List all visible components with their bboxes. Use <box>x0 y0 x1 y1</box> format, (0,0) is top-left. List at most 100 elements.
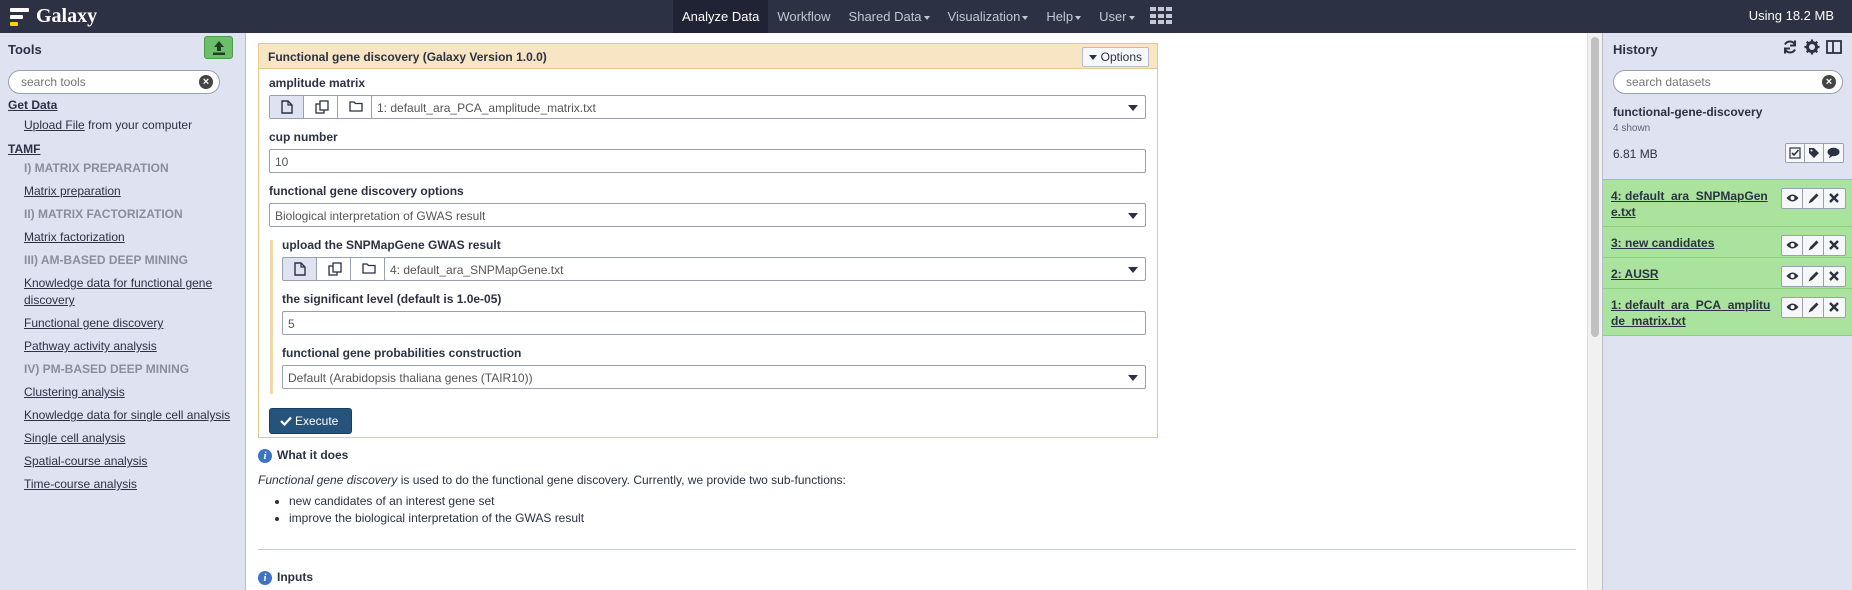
tool-link[interactable]: Matrix factorization <box>0 229 245 246</box>
quota-meter[interactable]: Using 18.2 MB <box>1749 0 1834 31</box>
eye-icon[interactable] <box>1782 236 1803 255</box>
tool-search-input[interactable] <box>9 71 194 93</box>
tool-upload-file-link[interactable]: Upload File <box>24 118 85 132</box>
dataset-list: 4: default_ara_SNPMapGene.txt 3: new cand… <box>1603 179 1852 336</box>
single-dataset-button[interactable] <box>270 96 304 118</box>
masthead: Galaxy Analyze Data Workflow Shared Data… <box>0 0 1852 33</box>
tool-link[interactable]: Single cell analysis <box>0 430 245 447</box>
dataset-title[interactable]: 2: AUSR <box>1611 266 1772 282</box>
tool-link[interactable]: Knowledge data for functional gene disco… <box>0 275 245 309</box>
dataset-actions <box>1781 235 1846 256</box>
file-icon <box>281 100 293 114</box>
tool-link[interactable]: Matrix preparation <box>0 183 245 200</box>
tool-form-title: Functional gene discovery (Galaxy Versio… <box>268 50 547 64</box>
tool-section-get-data[interactable]: Get Data <box>8 98 57 112</box>
delete-icon[interactable] <box>1824 236 1845 255</box>
scratchbook-grid-icon[interactable] <box>1149 7 1172 25</box>
tool-link[interactable]: Knowledge data for single cell analysis <box>0 407 245 424</box>
eye-icon[interactable] <box>1782 189 1803 208</box>
multiple-datasets-button[interactable] <box>317 258 351 280</box>
tool-panel-title: Tools <box>8 42 42 57</box>
clear-search-icon[interactable]: × <box>1822 75 1836 89</box>
tool-link[interactable]: Clustering analysis <box>0 384 245 401</box>
multiple-datasets-button[interactable] <box>304 96 338 118</box>
tool-section-tamf[interactable]: TAMF <box>8 142 40 156</box>
nav-shared-data[interactable]: Shared Data <box>840 0 939 33</box>
nav-visualization[interactable]: Visualization <box>939 0 1038 33</box>
delete-icon[interactable] <box>1824 189 1845 208</box>
top-nav: Analyze Data Workflow Shared Data Visual… <box>673 0 1172 33</box>
history-dataset[interactable]: 4: default_ara_SNPMapGene.txt <box>1603 179 1852 227</box>
snp-input-mode <box>282 257 386 281</box>
eye-icon[interactable] <box>1782 267 1803 286</box>
tool-section-label: II) MATRIX FACTORIZATION <box>24 207 183 221</box>
nav-workflow[interactable]: Workflow <box>768 0 839 33</box>
files-icon <box>315 100 329 114</box>
gear-icon[interactable] <box>1802 37 1822 57</box>
tool-upload-file[interactable]: Upload File from your computer <box>0 117 245 134</box>
clear-search-icon[interactable]: × <box>199 75 213 89</box>
execute-button[interactable]: Execute <box>269 408 352 434</box>
columns-icon[interactable] <box>1824 37 1844 57</box>
eye-icon[interactable] <box>1782 298 1803 317</box>
dataset-actions <box>1781 266 1846 287</box>
brand-name[interactable]: Galaxy <box>36 5 97 28</box>
cup-number-label: cup number <box>269 130 338 144</box>
amplitude-matrix-label: amplitude matrix <box>269 76 366 90</box>
history-header-icons <box>1778 37 1844 57</box>
collection-button[interactable] <box>338 96 372 118</box>
refresh-icon[interactable] <box>1780 37 1800 57</box>
select-items-icon[interactable] <box>1786 144 1805 162</box>
upload-button[interactable] <box>204 36 233 59</box>
significant-level-input[interactable]: 5 <box>282 311 1146 335</box>
history-search: × <box>1613 70 1843 94</box>
check-icon <box>280 416 292 426</box>
single-dataset-button[interactable] <box>283 258 317 280</box>
help-what-it-does: i What it does <box>258 448 348 463</box>
dataset-title[interactable]: 4: default_ara_SNPMapGene.txt <box>1611 188 1772 220</box>
help-inputs: i Inputs <box>258 570 313 585</box>
tool-link[interactable]: Functional gene discovery <box>0 315 245 332</box>
nav-help[interactable]: Help <box>1037 0 1090 33</box>
dataset-title[interactable]: 1: default_ara_PCA_amplitude_matrix.txt <box>1611 297 1772 329</box>
pencil-icon[interactable] <box>1803 236 1824 255</box>
dataset-title[interactable]: 3: new candidates <box>1611 235 1772 251</box>
pencil-icon[interactable] <box>1803 298 1824 317</box>
tags-icon[interactable] <box>1805 144 1824 162</box>
history-name[interactable]: functional-gene-discovery <box>1613 105 1762 119</box>
caret-down-icon <box>1088 55 1097 61</box>
history-title: History <box>1613 42 1658 57</box>
history-dataset[interactable]: 1: default_ara_PCA_amplitude_matrix.txt <box>1603 288 1852 336</box>
collection-button[interactable] <box>351 258 385 280</box>
pencil-icon[interactable] <box>1803 267 1824 286</box>
snpmapgene-select[interactable]: 4: default_ara_SNPMapGene.txt <box>384 257 1146 281</box>
tool-list: Get Data Upload File from your computer … <box>0 97 245 499</box>
history-dataset[interactable]: 3: new candidates <box>1603 226 1852 258</box>
scrollbar-thumb[interactable] <box>1591 37 1599 337</box>
tool-section-label: I) MATRIX PREPARATION <box>24 161 169 175</box>
nav-analyze-data[interactable]: Analyze Data <box>673 0 769 33</box>
center-scrollbar[interactable] <box>1587 33 1602 590</box>
caret-down-icon <box>1075 15 1082 20</box>
brand[interactable]: Galaxy <box>10 0 97 33</box>
caret-down-icon <box>923 15 930 20</box>
annotation-icon[interactable] <box>1824 144 1843 162</box>
delete-icon[interactable] <box>1824 298 1845 317</box>
history-search-input[interactable] <box>1614 71 1814 93</box>
tool-link[interactable]: Pathway activity analysis <box>0 338 245 355</box>
probabilities-construction-select[interactable]: Default (Arabidopsis thaliana genes (TAI… <box>282 365 1146 389</box>
amplitude-matrix-select[interactable]: 1: default_ara_PCA_amplitude_matrix.txt <box>371 95 1146 119</box>
options-button[interactable]: Options <box>1081 47 1149 67</box>
gene-discovery-options-label: functional gene discovery options <box>269 184 464 198</box>
history-dataset[interactable]: 2: AUSR <box>1603 257 1852 289</box>
tool-link[interactable]: Spatial-course analysis <box>0 453 245 470</box>
caret-down-icon <box>1128 105 1138 111</box>
cup-number-input[interactable]: 10 <box>269 149 1146 173</box>
pencil-icon[interactable] <box>1803 189 1824 208</box>
tool-link[interactable]: Time-course analysis <box>0 476 245 493</box>
tool-form: Functional gene discovery (Galaxy Versio… <box>258 43 1158 438</box>
delete-icon[interactable] <box>1824 267 1845 286</box>
gene-discovery-options-select[interactable]: Biological interpretation of GWAS result <box>269 203 1146 227</box>
nav-user[interactable]: User <box>1090 0 1143 33</box>
tool-form-header: Functional gene discovery (Galaxy Versio… <box>259 44 1157 69</box>
